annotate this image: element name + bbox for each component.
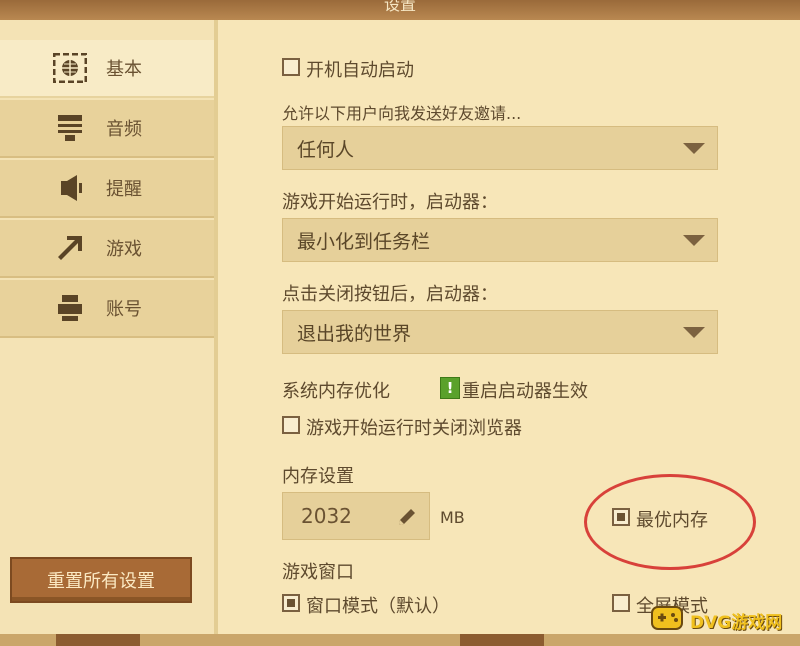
window-title: 设置 (383, 0, 416, 14)
sidebar-item-label: 基本 (106, 59, 142, 80)
on-close-label: 点击关闭按钮后，启动器： (282, 284, 498, 305)
chevron-down-icon (683, 143, 705, 154)
on-close-select[interactable]: 退出我的世界 (282, 310, 718, 354)
highlight-circle (584, 474, 756, 570)
close-browser-checkbox[interactable] (282, 416, 300, 434)
autostart-checkbox[interactable] (282, 58, 300, 76)
sidebar-item-basic[interactable]: 基本 (0, 40, 214, 98)
chevron-down-icon (683, 235, 705, 246)
memory-optimization-label: 系统内存优化 (282, 381, 390, 402)
watermark: DVG游戏网 (650, 602, 800, 638)
on-game-start-value: 最小化到任务栏 (297, 230, 431, 253)
memory-value: 2032 (301, 504, 352, 528)
settings-sidebar: 基本 音频 提醒 游戏 账号 (0, 20, 214, 646)
bottom-tab (56, 634, 140, 646)
exclamation-icon: ! (440, 377, 460, 399)
bell-icon (48, 171, 92, 205)
sidebar-item-reminder[interactable]: 提醒 (0, 160, 214, 218)
sidebar-item-label: 提醒 (106, 179, 142, 200)
memory-input[interactable]: 2032 (282, 492, 430, 540)
pickaxe-icon (48, 231, 92, 265)
watermark-text: DVG游戏网 (690, 612, 783, 633)
speaker-icon (48, 111, 92, 145)
window-mode-label: 窗口模式（默认） (306, 596, 450, 617)
friend-invite-select[interactable]: 任何人 (282, 126, 718, 170)
account-icon (48, 291, 92, 325)
on-close-value: 退出我的世界 (297, 322, 412, 345)
friend-invite-value: 任何人 (297, 138, 355, 161)
window-titlebar: 设置 (0, 0, 800, 20)
bottom-tab (460, 634, 544, 646)
autostart-label: 开机自动启动 (306, 60, 414, 81)
sidebar-item-account[interactable]: 账号 (0, 280, 214, 338)
sidebar-item-label: 音频 (106, 119, 142, 140)
sidebar-item-label: 游戏 (106, 239, 142, 260)
friend-invite-label: 允许以下用户向我发送好友邀请... (282, 104, 522, 123)
fullscreen-radio[interactable] (612, 594, 630, 612)
on-game-start-label: 游戏开始运行时，启动器： (282, 192, 498, 213)
restart-notice: 重启启动器生效 (462, 381, 588, 402)
chevron-down-icon (683, 327, 705, 338)
on-game-start-select[interactable]: 最小化到任务栏 (282, 218, 718, 262)
sidebar-item-audio[interactable]: 音频 (0, 100, 214, 158)
memory-unit: MB (440, 508, 465, 527)
memory-settings-label: 内存设置 (282, 466, 354, 487)
game-window-label: 游戏窗口 (282, 562, 354, 583)
sidebar-item-game[interactable]: 游戏 (0, 220, 214, 278)
pencil-icon[interactable] (395, 505, 419, 533)
gamepad-logo-icon (650, 603, 684, 637)
sidebar-item-label: 账号 (106, 299, 142, 320)
globe-icon (48, 51, 92, 85)
reset-all-settings-button[interactable]: 重置所有设置 (10, 557, 192, 603)
window-mode-radio[interactable] (282, 594, 300, 612)
close-browser-label: 游戏开始运行时关闭浏览器 (306, 418, 522, 439)
